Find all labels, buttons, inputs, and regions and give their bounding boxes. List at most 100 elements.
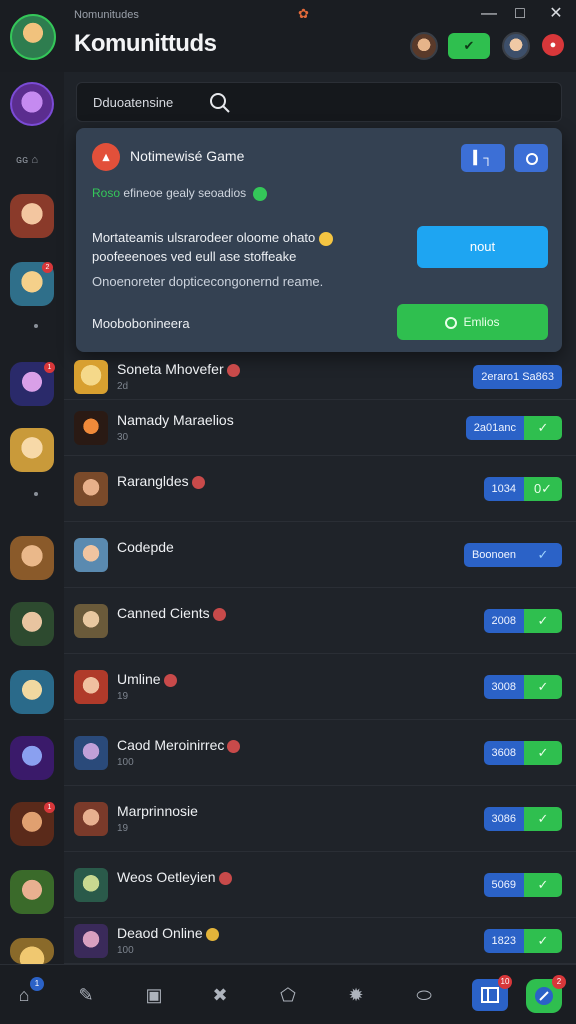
friend-row[interactable]: Deaod Online 100 1823 ✓ [64, 918, 576, 964]
friend-name-text: Caod Meroinirrec [117, 737, 225, 753]
check-icon[interactable]: ✓ [524, 741, 562, 765]
compass-badge: 2 [552, 975, 566, 989]
search-bar[interactable]: Dduoatensine [76, 82, 562, 122]
friend-row[interactable]: Rarangldes 1034 0✓ [64, 456, 576, 522]
panel-cta-button[interactable]: nout [417, 226, 548, 268]
avatar[interactable] [74, 538, 108, 572]
status-flag-icon [205, 927, 219, 941]
rail-avatar-7[interactable] [10, 670, 54, 714]
app-avatar[interactable] [10, 14, 56, 60]
check-icon[interactable]: ✓ [524, 416, 562, 440]
friend-row[interactable]: Weos Oetleyien 5069 ✓ [64, 852, 576, 918]
controller-icon[interactable]: ⬭ [412, 983, 436, 1007]
rail-badge: 2 [42, 262, 53, 273]
app-subtitle: Nomunitudes [74, 9, 139, 21]
friend-name: Caod Meroinirrec [117, 737, 241, 753]
avatar[interactable] [74, 604, 108, 638]
status-flag-icon [218, 871, 232, 885]
panel-message-line-3: Onoenoreter dopticecongonernd reame. [92, 274, 324, 289]
check-icon[interactable]: 0✓ [524, 477, 562, 501]
check-icon[interactable]: ✓ [524, 929, 562, 953]
pen-icon[interactable]: ✎ [74, 983, 98, 1007]
friend-row[interactable]: Caod Meroinirrec 100 3608 ✓ [64, 720, 576, 786]
search-icon[interactable] [209, 92, 231, 114]
friend-action-pill[interactable]: 1823 ✓ [483, 929, 562, 953]
user-avatar[interactable] [410, 32, 438, 60]
friend-name-text: Weos Oetleyien [117, 869, 216, 885]
minimize-button[interactable]: — [478, 4, 500, 24]
friend-row[interactable]: Umline 19 3008 ✓ [64, 654, 576, 720]
rail-label: ɢɢ ⌂ [16, 154, 38, 166]
avatar[interactable] [74, 472, 108, 506]
friend-name-text: Canned Cients [117, 605, 210, 621]
friend-avatar[interactable] [502, 32, 530, 60]
friend-action-pill[interactable]: 2eraro1 Sa863 [473, 365, 562, 389]
page-title: Komunittuds [74, 30, 217, 57]
status-toggle-button[interactable]: ✔ [448, 33, 490, 59]
avatar[interactable] [74, 802, 108, 836]
friend-name: Umline [117, 671, 177, 687]
check-icon[interactable]: ✓ [524, 807, 562, 831]
friend-score: 3008 [483, 675, 524, 699]
rail-avatar-4[interactable] [10, 428, 54, 472]
chat-icon[interactable]: ▣ [142, 983, 166, 1007]
rail-avatar-6[interactable] [10, 602, 54, 646]
friend-row[interactable]: Namady Maraelios 30 2a01anc ✓ [64, 400, 576, 456]
check-icon[interactable]: ✓ [524, 543, 562, 567]
friend-row[interactable]: Marprinnosie 19 3086 ✓ [64, 786, 576, 852]
friend-row[interactable]: Soneta Mhovefer 2d 2eraro1 Sa863 [64, 354, 576, 400]
friend-name-text: Namady Maraelios [117, 412, 234, 428]
panel-action-button[interactable]: ▍┐ [461, 144, 505, 172]
check-icon[interactable]: ✓ [524, 609, 562, 633]
avatar[interactable] [74, 360, 108, 394]
rail-avatar-8[interactable] [10, 736, 54, 780]
check-icon[interactable]: ✓ [524, 675, 562, 699]
left-rail: ɢɢ ⌂ 2 1 1 [0, 72, 64, 964]
rail-avatar-profile[interactable] [10, 82, 54, 126]
rail-avatar-10[interactable] [10, 870, 54, 914]
smile-emoji-icon [318, 231, 333, 246]
friend-action-pill[interactable]: 3086 ✓ [483, 807, 562, 831]
friend-action-pill[interactable]: 2008 ✓ [483, 609, 562, 633]
search-input[interactable]: Dduoatensine [93, 95, 173, 110]
status-flag-icon [163, 673, 177, 687]
friend-action-pill[interactable]: 3608 ✓ [483, 741, 562, 765]
rail-avatar-11[interactable] [10, 938, 54, 964]
avatar[interactable] [74, 736, 108, 770]
notification-panel: ▴ Notimewisé Game ▍┐ Roso efineoe gealy … [76, 128, 562, 352]
avatar[interactable] [74, 924, 108, 958]
rail-avatar-5[interactable] [10, 536, 54, 580]
friend-name-text: Soneta Mhovefer [117, 361, 224, 377]
status-flag-icon [227, 739, 241, 753]
panel-join-label: Emlios [463, 315, 500, 329]
maximize-button[interactable]: □ [509, 4, 531, 24]
panel-join-button[interactable]: Emlios [397, 304, 548, 340]
rail-badge-2: 1 [44, 362, 55, 373]
friend-name: Canned Cients [117, 605, 226, 621]
friend-name: Rarangldes [117, 473, 205, 489]
rail-avatar-1[interactable] [10, 194, 54, 238]
avatar[interactable] [74, 411, 108, 445]
record-button[interactable]: ● [542, 34, 564, 56]
friend-action-pill[interactable]: 5069 ✓ [483, 873, 562, 897]
tools-icon[interactable]: ✖ [208, 983, 232, 1007]
friend-row[interactable]: Canned Cients 2008 ✓ [64, 588, 576, 654]
rail-badge-3: 1 [44, 802, 55, 813]
panel-title: Notimewisé Game [130, 148, 245, 164]
avatar[interactable] [74, 670, 108, 704]
gear-icon[interactable]: ✹ [344, 983, 368, 1007]
friend-action-pill[interactable]: 2a01anc ✓ [465, 416, 562, 440]
shield-icon[interactable]: ⬠ [276, 983, 300, 1007]
friend-action-pill[interactable]: 3008 ✓ [483, 675, 562, 699]
panel-message: Mortateamis ulsrarodeer oloome ohato [92, 230, 333, 246]
friend-action-pill[interactable]: Boonoen ✓ [463, 543, 562, 567]
friend-name-text: Marprinnosie [117, 803, 198, 819]
close-button[interactable]: ✕ [545, 4, 567, 24]
friend-action-pill[interactable]: 1034 0✓ [483, 477, 562, 501]
panel-record-button[interactable] [514, 144, 548, 172]
rail-separator-dot [34, 324, 38, 328]
avatar[interactable] [74, 868, 108, 902]
friend-row[interactable]: Codepde Boonoen ✓ [64, 522, 576, 588]
panel-footer-label: Moobobonineera [92, 316, 190, 331]
check-icon[interactable]: ✓ [524, 873, 562, 897]
